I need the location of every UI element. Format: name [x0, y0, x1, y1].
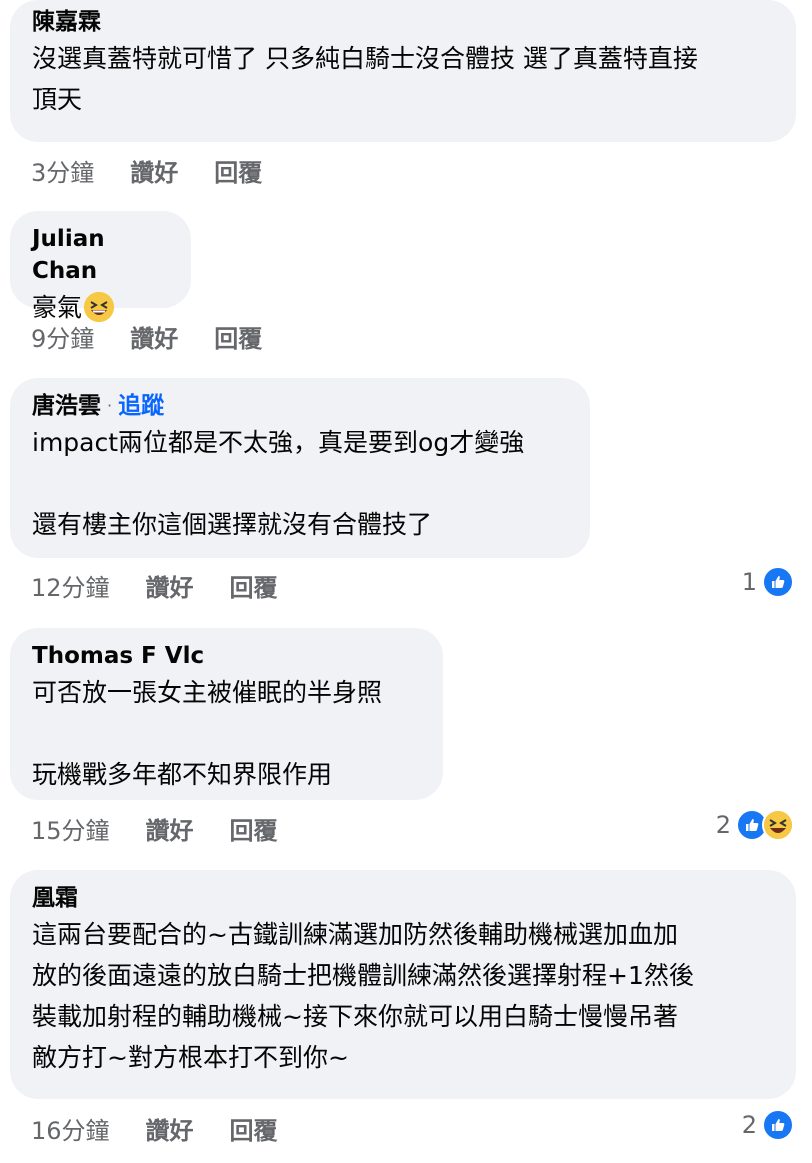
- reply-button[interactable]: 回覆: [214, 324, 262, 354]
- comment-timestamp[interactable]: 12分鐘: [31, 573, 110, 603]
- reply-button[interactable]: 回覆: [230, 1116, 278, 1146]
- comment-bubble: 凰霜 這兩台要配合的~古鐵訓練滿選加防然後輔助機械選加血加 放的後面遠遠的放白騎…: [10, 870, 796, 1099]
- comment-author[interactable]: Julian Chan: [32, 223, 169, 287]
- comment-bubble: 唐浩雲 · 追蹤 impact兩位都是不太強，真是要到og才變強 還有樓主你這個…: [10, 378, 590, 558]
- like-button[interactable]: 讚好: [146, 573, 194, 603]
- comment-timestamp[interactable]: 3分鐘: [31, 158, 94, 188]
- haha-reaction-icon: [762, 809, 794, 841]
- comment-author[interactable]: 陳嘉霖: [32, 6, 774, 38]
- reaction-summary[interactable]: 2: [742, 1109, 794, 1141]
- comment-text: 豪氣: [32, 287, 169, 328]
- comment-author: 唐浩雲 · 追蹤: [32, 390, 568, 422]
- reaction-count: 2: [741, 1111, 757, 1139]
- comment-author[interactable]: Thomas F Vlc: [32, 640, 421, 672]
- reply-button[interactable]: 回覆: [230, 573, 278, 603]
- reaction-count: 1: [741, 568, 757, 596]
- comment-text: 沒選真蓋特就可惜了 只多純白騎士沒合體技 選了真蓋特直接 頂天: [32, 44, 698, 114]
- comment-timestamp[interactable]: 9分鐘: [31, 324, 94, 354]
- comment-bubble: 陳嘉霖 沒選真蓋特就可惜了 只多純白騎士沒合體技 選了真蓋特直接 頂天: [10, 0, 796, 142]
- follow-link[interactable]: 追蹤: [118, 390, 164, 422]
- comment-actions: 16分鐘 讚好 回覆: [31, 1116, 314, 1146]
- follow-separator: ·: [107, 396, 113, 415]
- comment-bubble: Thomas F Vlc 可否放一張女主被催眠的半身照 玩機戰多年都不知界限作用: [10, 628, 443, 800]
- like-button[interactable]: 讚好: [130, 158, 178, 188]
- reply-button[interactable]: 回覆: [214, 158, 262, 188]
- comment-actions: 15分鐘 讚好 回覆: [31, 816, 314, 846]
- like-button[interactable]: 讚好: [146, 816, 194, 846]
- comment-bubble: Julian Chan 豪氣: [10, 211, 191, 322]
- comment-text: 可否放一張女主被催眠的半身照 玩機戰多年都不知界限作用: [32, 678, 383, 789]
- comment-text: 這兩台要配合的~古鐵訓練滿選加防然後輔助機械選加血加 放的後面遠遠的放白騎士把機…: [32, 920, 694, 1072]
- comment-author[interactable]: 凰霜: [32, 882, 774, 914]
- comment-actions: 9分鐘 讚好 回覆: [31, 324, 298, 354]
- like-reaction-icon: [762, 1109, 794, 1141]
- comment-timestamp[interactable]: 16分鐘: [31, 1116, 110, 1146]
- like-button[interactable]: 讚好: [146, 1116, 194, 1146]
- author-name[interactable]: 唐浩雲: [32, 390, 101, 422]
- reaction-summary[interactable]: 1: [742, 566, 794, 598]
- comment-actions: 12分鐘 讚好 回覆: [31, 573, 314, 603]
- comment-text: impact兩位都是不太強，真是要到og才變強 還有樓主你這個選擇就沒有合體技了: [32, 428, 525, 539]
- grinning-squinting-face-icon: [84, 292, 115, 322]
- comment-timestamp[interactable]: 15分鐘: [31, 816, 110, 846]
- like-reaction-icon: [762, 566, 794, 598]
- like-button[interactable]: 讚好: [130, 324, 178, 354]
- reaction-count: 2: [715, 811, 731, 839]
- reply-button[interactable]: 回覆: [230, 816, 278, 846]
- comment-actions: 3分鐘 讚好 回覆: [31, 158, 298, 188]
- reaction-summary[interactable]: 2: [716, 809, 794, 841]
